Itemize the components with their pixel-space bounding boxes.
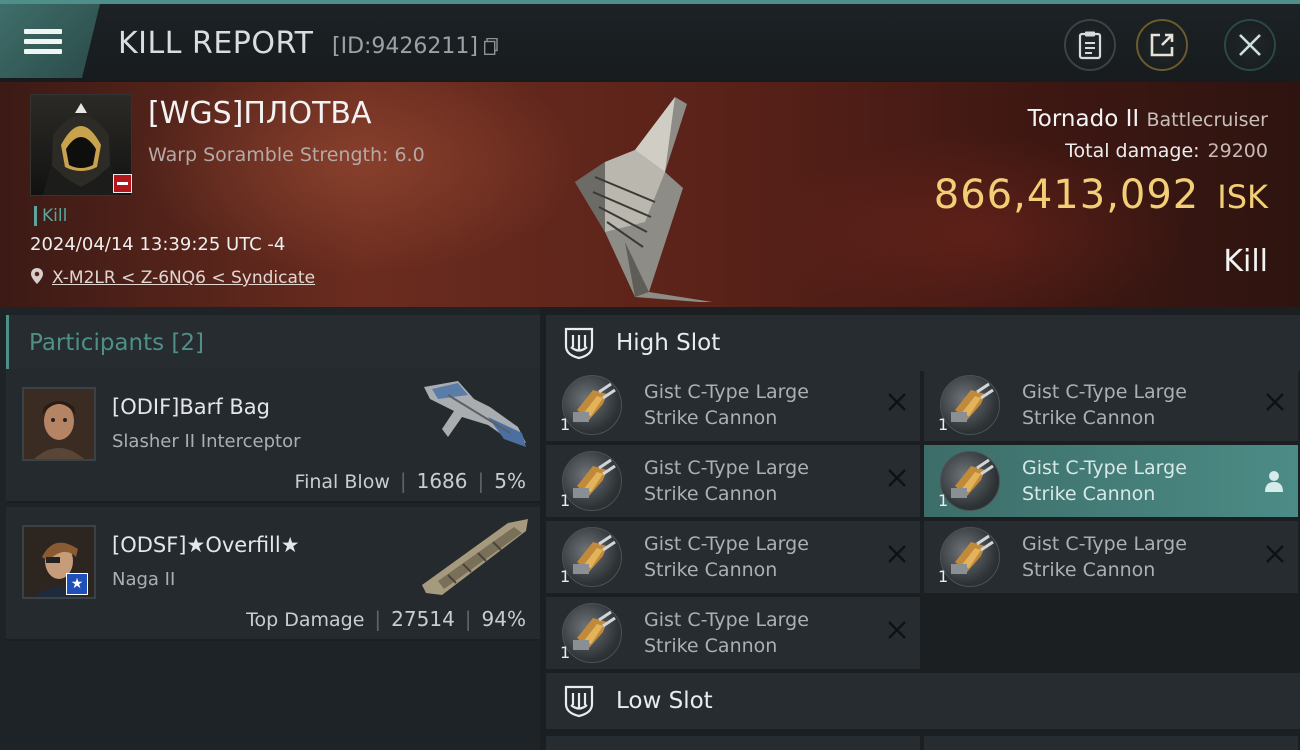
- module-qty: 1: [938, 415, 949, 434]
- participants-header[interactable]: Participants [2]: [6, 315, 540, 371]
- location-link[interactable]: X-M2LR < Z-6NQ6 < Syndicate: [30, 267, 315, 288]
- participants-count: [2]: [171, 330, 205, 356]
- participant-percent: 94%: [481, 607, 526, 631]
- high-slot-header: High Slot: [546, 315, 1300, 371]
- copy-icon[interactable]: [484, 38, 498, 55]
- module-slot[interactable]: 1 Gist C-Type Large Strike Cannon: [546, 597, 920, 669]
- destroyed-x-icon: [888, 393, 906, 411]
- participant-role: Top Damage: [246, 609, 365, 631]
- destroyed-x-icon: [888, 621, 906, 639]
- total-damage-label: Total damage:: [1065, 140, 1200, 162]
- module-slot[interactable]: 1 Gist C-Type Large Strike Cannon: [924, 521, 1298, 593]
- module-name: Gist C-Type Large Strike Cannon: [644, 533, 809, 581]
- kill-tag: Kill: [34, 206, 67, 226]
- cannon-icon: [562, 375, 622, 435]
- clipboard-button[interactable]: [1064, 19, 1116, 71]
- fitting-panel: High Slot 1 Gist C-Type Large Strike Cann…: [540, 307, 1300, 750]
- module-qty: 1: [560, 567, 571, 586]
- victim-name[interactable]: [WGS]ПЛОТВА: [148, 96, 372, 131]
- module-qty: 1: [560, 415, 571, 434]
- hamburger-icon: [24, 24, 62, 59]
- page-title: KILL REPORT: [118, 26, 314, 61]
- isk-unit: ISK: [1217, 178, 1268, 216]
- module-name: Gist C-Type Large Strike Cannon: [644, 609, 809, 657]
- kill-banner: [WGS]ПЛОТВА Warp Soramble Strength: 6.0 …: [0, 82, 1300, 307]
- module-qty: 1: [938, 567, 949, 586]
- report-id: [ID:9426211]: [332, 34, 478, 59]
- participant-stats: Final Blow | 1686 | 5%: [294, 469, 526, 493]
- close-icon: [1239, 34, 1261, 56]
- kill-datetime: 2024/04/14 13:39:25 UTC -4: [30, 234, 286, 255]
- module-name: Gist C-Type Large Strike Cannon: [644, 457, 809, 505]
- high-slot-icon: [564, 327, 594, 360]
- cannon-icon: [940, 527, 1000, 587]
- pilot-portrait-icon: [24, 389, 94, 459]
- ship-name[interactable]: Tornado II: [1028, 106, 1140, 132]
- star-icon: ★: [66, 573, 88, 595]
- participant-role: Final Blow: [294, 471, 390, 493]
- destroyed-x-icon: [888, 545, 906, 563]
- location-text[interactable]: X-M2LR < Z-6NQ6 < Syndicate: [52, 268, 315, 288]
- person-icon[interactable]: [1264, 469, 1284, 493]
- participant-percent: 5%: [494, 469, 526, 493]
- module-slot[interactable]: 1 Gist C-Type Large Strike Cannon: [546, 445, 920, 517]
- cannon-icon: [940, 451, 1000, 511]
- cannon-icon: [562, 603, 622, 663]
- menu-button[interactable]: [0, 4, 100, 78]
- module-name: Gist C-Type Large Strike Cannon: [1022, 381, 1187, 429]
- clipboard-icon: [1078, 31, 1102, 60]
- destroyed-x-icon: [888, 469, 906, 487]
- module-slot[interactable]: 1 Gist C-Type Large Strike Cannon: [546, 521, 920, 593]
- cannon-icon: [940, 375, 1000, 435]
- module-slot[interactable]: [546, 736, 920, 750]
- location-pin-icon: [31, 268, 43, 284]
- scramble-strength: Warp Soramble Strength: 6.0: [148, 144, 425, 166]
- isk-amount: 866,413,092: [933, 172, 1200, 218]
- module-slot-selected[interactable]: 1 Gist C-Type Large Strike Cannon: [924, 445, 1298, 517]
- module-qty: 1: [560, 643, 571, 662]
- total-damage-value: 29200: [1207, 140, 1268, 162]
- participants-label: Participants: [29, 330, 165, 356]
- ship-info: Tornado II Battlecruiser: [1028, 106, 1268, 132]
- cannon-icon: [562, 527, 622, 587]
- destroyed-x-icon: [1266, 545, 1284, 563]
- isk-value: 866,413,092 ISK: [934, 172, 1268, 218]
- total-damage: Total damage: 29200: [1065, 140, 1268, 162]
- share-button[interactable]: [1136, 19, 1188, 71]
- module-slot[interactable]: [924, 736, 1298, 750]
- participant-damage: 27514: [391, 607, 455, 631]
- standing-negative-icon: [113, 174, 132, 193]
- participant-ship: Naga II: [112, 569, 176, 590]
- module-slot[interactable]: 1 Gist C-Type Large Strike Cannon: [546, 369, 920, 441]
- participant-ship-image: [424, 381, 526, 447]
- module-qty: 1: [560, 491, 571, 510]
- participant-name[interactable]: [ODIF]Barf Bag: [112, 395, 270, 419]
- cannon-icon: [562, 451, 622, 511]
- result-label: Kill: [1223, 244, 1268, 279]
- close-button[interactable]: [1224, 19, 1276, 71]
- participants-panel: Participants [2] [ODIF]Barf Bag Slasher …: [0, 307, 540, 750]
- ship-class: Battlecruiser: [1146, 109, 1268, 131]
- participant-ship: Slasher II Interceptor: [112, 431, 301, 452]
- participant-ship-image: [422, 519, 528, 595]
- module-name: Gist C-Type Large Strike Cannon: [1022, 457, 1187, 505]
- share-icon: [1150, 33, 1174, 57]
- participant-damage: 1686: [416, 469, 468, 493]
- participant-name[interactable]: [ODSF]★Overfill★: [112, 533, 300, 557]
- module-name: Gist C-Type Large Strike Cannon: [1022, 533, 1187, 581]
- participant-stats: Top Damage | 27514 | 94%: [246, 607, 526, 631]
- title-bar: KILL REPORT [ID:9426211]: [0, 0, 1300, 82]
- module-slot[interactable]: 1 Gist C-Type Large Strike Cannon: [924, 369, 1298, 441]
- destroyed-x-icon: [1266, 393, 1284, 411]
- avatar[interactable]: [22, 387, 96, 461]
- participant-row[interactable]: ★ [ODSF]★Overfill★ Naga II Top Damage | 27…: [6, 507, 540, 641]
- low-slot-icon: [564, 685, 594, 718]
- low-slot-header: Low Slot: [546, 673, 1300, 729]
- victim-ship-image: [575, 97, 713, 302]
- participant-row[interactable]: [ODIF]Barf Bag Slasher II Interceptor Fi…: [6, 369, 540, 503]
- module-name: Gist C-Type Large Strike Cannon: [644, 381, 809, 429]
- module-qty: 1: [938, 491, 949, 510]
- low-slot-label: Low Slot: [616, 688, 713, 714]
- high-slot-label: High Slot: [616, 330, 721, 356]
